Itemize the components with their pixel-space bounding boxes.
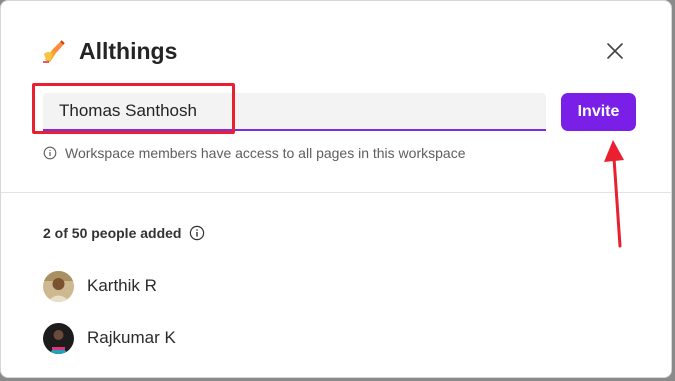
member-row[interactable]: Karthik R [43, 270, 157, 302]
invite-button[interactable]: Invite [561, 93, 636, 131]
member-row[interactable]: Rajkumar K [43, 322, 176, 354]
writing-hand-icon [43, 40, 65, 63]
invite-hint: Workspace members have access to all pag… [43, 145, 465, 161]
invite-input-wrapper [43, 93, 546, 131]
info-icon[interactable] [189, 225, 205, 241]
workspace-title: Allthings [79, 37, 178, 64]
divider [1, 192, 671, 193]
info-icon [43, 146, 57, 160]
member-name: Rajkumar K [87, 328, 176, 347]
close-icon[interactable] [606, 42, 624, 60]
invite-dialog: Allthings Invite Workspace members have … [0, 0, 672, 378]
avatar [43, 322, 74, 354]
close-button[interactable] [601, 37, 629, 65]
dialog-header: Allthings [41, 35, 177, 67]
avatar [43, 270, 74, 302]
member-count-label: 2 of 50 people added [43, 225, 182, 241]
member-count: 2 of 50 people added [43, 225, 205, 241]
invite-input[interactable] [43, 93, 546, 129]
member-name: Karthik R [87, 276, 157, 295]
hint-text: Workspace members have access to all pag… [65, 145, 466, 161]
